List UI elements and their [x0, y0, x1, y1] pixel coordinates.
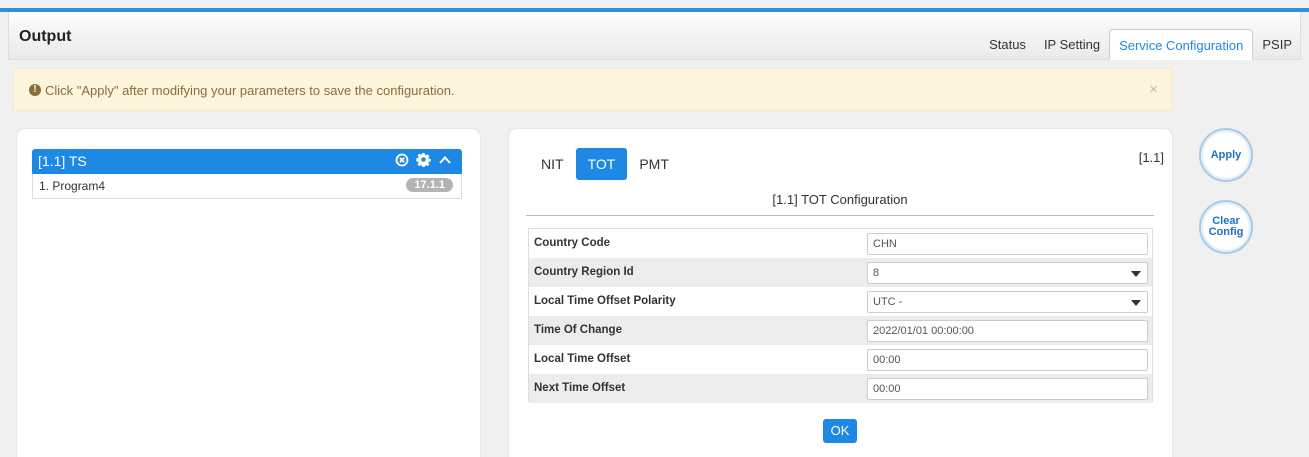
- config-subtabs: NIT TOT PMT: [529, 148, 681, 180]
- program-badge: 17.1.1: [406, 178, 453, 192]
- field-label: Country Code: [534, 237, 611, 249]
- clear-label-line2: Config: [1208, 226, 1244, 238]
- ts-header-icons: [395, 152, 452, 167]
- program-name: 1. Program4: [39, 179, 106, 193]
- apply-button[interactable]: Apply: [1199, 128, 1253, 182]
- ts-title: [1.1] TS: [38, 153, 87, 169]
- tab-status[interactable]: Status: [980, 29, 1035, 60]
- field-label: Country Region Id: [534, 266, 634, 278]
- exclamation-circle-icon: !: [29, 84, 41, 96]
- clear-config-label: Clear Config: [1209, 216, 1244, 238]
- config-title: [1.1] TOT Configuration: [526, 192, 1154, 216]
- config-row-country-code: Country Code CHN: [529, 229, 1152, 258]
- tab-psip[interactable]: PSIP: [1253, 29, 1301, 60]
- ok-button[interactable]: OK: [823, 419, 857, 443]
- tot-config-table: Country Code CHN Country Region Id 8 Loc…: [528, 228, 1153, 403]
- config-row-local-time-offset: Local Time Offset 00:00: [529, 345, 1152, 374]
- config-row-next-time-offset: Next Time Offset 00:00: [529, 374, 1152, 403]
- alert-text: Click "Apply" after modifying your param…: [45, 83, 455, 98]
- config-row-polarity: Local Time Offset Polarity UTC -: [529, 287, 1152, 316]
- subtab-tot[interactable]: TOT: [575, 148, 628, 180]
- caret-down-icon: [1131, 271, 1141, 277]
- local-time-offset-input[interactable]: 00:00: [867, 349, 1148, 371]
- apply-reminder-alert: ! Click "Apply" after modifying your par…: [13, 68, 1172, 111]
- time-of-change-input[interactable]: 2022/01/01 00:00:00: [867, 320, 1148, 342]
- tab-service-configuration[interactable]: Service Configuration: [1109, 29, 1254, 60]
- config-row-time-of-change: Time Of Change 2022/01/01 00:00:00: [529, 316, 1152, 345]
- next-time-offset-input[interactable]: 00:00: [867, 378, 1148, 400]
- country-code-input[interactable]: CHN: [867, 233, 1148, 255]
- field-label: Next Time Offset: [534, 382, 626, 394]
- select-value: UTC -: [873, 296, 903, 308]
- panel-tag: [1.1]: [1138, 150, 1164, 165]
- page-title: Output: [19, 28, 72, 45]
- close-icon[interactable]: ×: [1149, 81, 1158, 98]
- tot-config-panel: NIT TOT PMT [1.1] [1.1] TOT Configuratio…: [509, 129, 1172, 457]
- ts-header[interactable]: [1.1] TS: [32, 149, 462, 174]
- local-time-offset-polarity-select[interactable]: UTC -: [867, 291, 1148, 313]
- close-circle-icon[interactable]: [395, 153, 409, 167]
- apply-label: Apply: [1210, 148, 1242, 161]
- ts-panel: [1.1] TS 1. Program4 17.1.1: [17, 129, 480, 457]
- field-label: Time Of Change: [534, 324, 622, 336]
- field-label: Local Time Offset: [534, 353, 631, 365]
- config-row-country-region-id: Country Region Id 8: [529, 258, 1152, 287]
- field-label: Local Time Offset Polarity: [534, 295, 676, 307]
- chevron-up-icon[interactable]: [438, 153, 452, 167]
- gear-icon[interactable]: [416, 152, 431, 167]
- subtab-pmt[interactable]: PMT: [627, 148, 681, 180]
- country-region-id-select[interactable]: 8: [867, 262, 1148, 284]
- select-value: 8: [873, 267, 880, 279]
- tab-ip-setting[interactable]: IP Setting: [1035, 29, 1109, 60]
- subtab-nit[interactable]: NIT: [529, 148, 576, 180]
- clear-config-button[interactable]: Clear Config: [1199, 200, 1253, 254]
- caret-down-icon: [1131, 300, 1141, 306]
- program-item[interactable]: 1. Program4 17.1.1: [32, 174, 462, 199]
- main-tabs: Status IP Setting Service Configuration …: [980, 29, 1301, 60]
